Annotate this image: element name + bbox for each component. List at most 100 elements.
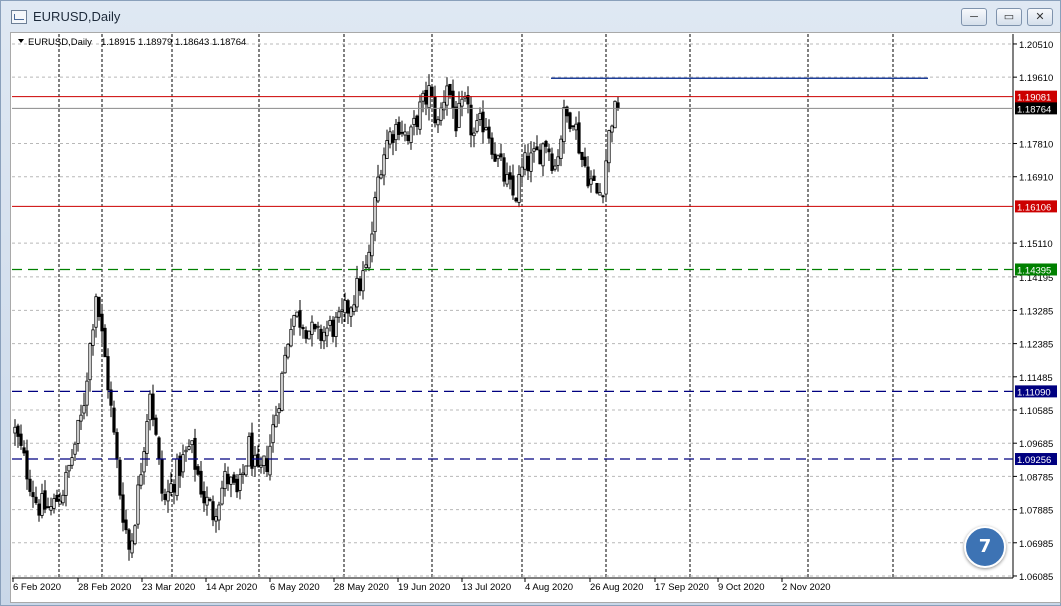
candle-body: [124, 519, 128, 531]
candle-body: [232, 474, 236, 483]
candle-body: [577, 122, 581, 154]
y-tick-label-1: 1.19610: [1019, 73, 1053, 84]
candle-body: [280, 372, 284, 411]
candle-body: [295, 311, 299, 317]
candle-body: [136, 484, 140, 525]
candle-body: [175, 458, 179, 497]
candle-body: [523, 152, 527, 170]
candle-body: [346, 300, 350, 314]
level-label-0: 1.19081: [1017, 93, 1051, 104]
candle-body: [331, 319, 335, 337]
candle-body: [151, 393, 155, 420]
candle-body: [64, 471, 68, 496]
level-label-1: 1.16106: [1017, 202, 1051, 213]
x-tick-label-0: 6 Feb 2020: [13, 582, 61, 593]
step-badge[interactable]: 7: [964, 526, 1006, 568]
x-tick-label-2: 23 Mar 2020: [142, 582, 195, 593]
candle-body: [298, 310, 302, 328]
candle-body: [382, 154, 386, 176]
candle-body: [550, 153, 554, 171]
candle-body: [184, 449, 188, 453]
y-tick-label-11: 1.08785: [1019, 472, 1053, 483]
candle-body: [478, 112, 482, 120]
candle-body: [484, 127, 488, 131]
candle-body: [352, 304, 356, 312]
candle-body: [172, 484, 176, 493]
y-tick-label-0: 1.20510: [1019, 40, 1053, 51]
price-chart[interactable]: 1.205101.196101.178101.169101.151101.141…: [0, 0, 1061, 606]
candle-body: [55, 494, 59, 502]
candle-body: [559, 138, 563, 159]
candle-body: [58, 500, 62, 505]
candle-body: [94, 296, 98, 328]
y-tick-label-8: 1.11485: [1019, 373, 1053, 384]
candle-body: [118, 459, 122, 496]
candle-body: [79, 414, 83, 422]
candle-body: [202, 491, 206, 504]
candle-body: [250, 432, 254, 469]
candle-body: [490, 137, 494, 155]
candle-body: [229, 476, 233, 485]
candle-body: [319, 328, 323, 341]
candle-body: [109, 389, 113, 406]
candle-body: [187, 446, 191, 450]
chart-ohlc: 1.18915 1.18979 1.18643 1.18764: [101, 37, 246, 48]
candle-body: [553, 165, 557, 170]
candle-body: [289, 328, 293, 347]
x-tick-label-5: 28 May 2020: [334, 582, 389, 593]
candle-body: [40, 493, 44, 516]
candle-body: [535, 146, 539, 151]
candle-body: [541, 143, 545, 167]
candle-body: [37, 503, 41, 516]
candle-body: [274, 414, 278, 428]
candle-body: [223, 470, 227, 490]
candle-body: [601, 195, 605, 198]
candle-body: [244, 465, 248, 476]
candle-body: [181, 454, 185, 473]
candle-body: [97, 296, 101, 317]
candle-body: [211, 501, 215, 521]
y-tick-label-3: 1.16910: [1019, 173, 1053, 184]
candle-body: [610, 125, 614, 133]
candle-body: [271, 424, 275, 444]
candle-body: [448, 83, 452, 96]
candle-body: [364, 264, 368, 268]
y-tick-label-2: 1.17810: [1019, 140, 1053, 151]
candle-body: [613, 100, 617, 129]
candle-body: [409, 126, 413, 143]
candle-body: [91, 329, 95, 346]
candle-body: [430, 86, 434, 97]
symbol-dropdown-icon[interactable]: [18, 39, 24, 43]
candle-body: [316, 325, 320, 328]
candle-body: [556, 156, 560, 166]
candle-body: [130, 540, 134, 554]
candle-body: [367, 251, 371, 269]
candle-body: [259, 464, 263, 468]
y-tick-label-4: 1.15110: [1019, 239, 1053, 250]
candle-body: [457, 102, 461, 128]
candle-body: [253, 454, 257, 467]
x-tick-label-12: 2 Nov 2020: [782, 582, 831, 593]
candle-body: [529, 152, 533, 172]
candle-body: [19, 433, 23, 446]
candle-body: [481, 111, 485, 133]
candle-body: [583, 156, 587, 167]
candle-body: [511, 175, 515, 196]
candle-body: [205, 496, 209, 506]
candle-body: [283, 354, 287, 374]
candle-body: [340, 309, 344, 312]
y-tick-label-12: 1.07885: [1019, 506, 1053, 517]
candle-body: [100, 313, 104, 332]
candle-body: [469, 104, 473, 136]
candle-body: [31, 492, 35, 498]
candle-body: [580, 151, 584, 160]
x-tick-label-11: 9 Oct 2020: [718, 582, 764, 593]
candle-body: [325, 327, 329, 337]
candle-body: [88, 343, 92, 381]
candle-body: [451, 90, 455, 109]
candle-body: [85, 380, 89, 406]
candle-body: [568, 112, 572, 129]
candle-body: [121, 494, 125, 523]
candle-body: [214, 516, 218, 522]
candle-body: [310, 321, 314, 335]
